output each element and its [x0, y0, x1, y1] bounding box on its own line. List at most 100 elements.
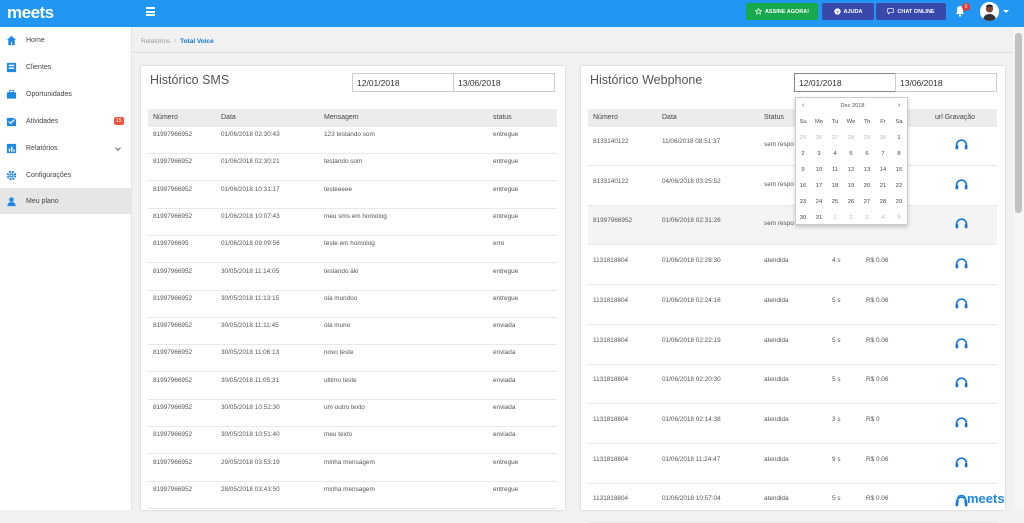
calendar-day[interactable]: 28 — [875, 199, 891, 205]
sms-col-numero[interactable]: Número — [153, 114, 178, 121]
table-cell: 81997966952 — [153, 376, 193, 384]
calendar-day[interactable]: 29 — [859, 135, 875, 141]
webphone-col-status[interactable]: Status — [764, 114, 784, 121]
page-scrollbar[interactable] — [1013, 27, 1024, 510]
notification-badge: 0 — [962, 3, 970, 11]
calendar-day[interactable]: 11 — [827, 167, 843, 173]
calendar-day[interactable]: 26 — [843, 199, 859, 205]
sidebar-item-relatorios[interactable]: Relatórios — [0, 135, 132, 161]
sms-col-data[interactable]: Data — [221, 114, 236, 121]
calendar-day[interactable]: 17 — [811, 183, 827, 189]
scrollbar-thumb[interactable] — [1015, 33, 1022, 213]
calendar-day[interactable]: 13 — [859, 167, 875, 173]
calendar-day[interactable]: 3 — [859, 215, 875, 221]
avatar[interactable] — [980, 2, 999, 21]
calendar-day[interactable]: 26 — [811, 135, 827, 141]
calendar-day[interactable]: 1 — [891, 135, 907, 141]
sms-col-status[interactable]: status — [493, 114, 512, 121]
sidebar-item-home[interactable]: Home — [0, 27, 132, 53]
sms-date-from-input[interactable]: 12/01/2018 — [352, 73, 454, 92]
calendar-weekday: Th — [863, 119, 871, 125]
calendar-day[interactable]: 16 — [795, 183, 811, 189]
calendar-day[interactable]: 25 — [827, 199, 843, 205]
calendar-day[interactable]: 24 — [811, 199, 827, 205]
calendar-day[interactable]: 25 — [795, 135, 811, 141]
calendar-day[interactable]: 1 — [827, 215, 843, 221]
help-button[interactable]: ? AJUDA — [822, 3, 874, 20]
menu-toggle-icon[interactable] — [146, 7, 155, 16]
calendar-day[interactable]: 6 — [859, 151, 875, 157]
sidebar-item-clientes[interactable]: Clientes — [0, 54, 132, 80]
breadcrumb-parent[interactable]: Relatórios — [141, 38, 170, 45]
headset-icon[interactable] — [955, 337, 968, 349]
calendar-day[interactable]: 28 — [843, 135, 859, 141]
next-month-button[interactable]: › — [898, 102, 900, 109]
calendar-day[interactable]: 27 — [859, 199, 875, 205]
headset-icon[interactable] — [955, 139, 968, 150]
sidebar-item-label: Atividades — [26, 117, 59, 125]
app-logo[interactable]: meets — [7, 3, 54, 23]
sms-date-to-input[interactable]: 13/06/2018 — [453, 73, 555, 92]
sidebar-item-oportunidades[interactable]: Oportunidades — [0, 81, 132, 107]
calendar-day[interactable]: 9 — [795, 167, 811, 173]
headset-icon[interactable] — [955, 258, 968, 269]
calendar-day[interactable]: 5 — [891, 215, 907, 221]
calendar-day[interactable]: 31 — [811, 215, 827, 221]
calendar-day[interactable]: 10 — [811, 167, 827, 173]
calendar-day[interactable]: 2 — [795, 151, 811, 157]
calendar-day[interactable]: 20 — [859, 183, 875, 189]
table-cell: sem respo — [764, 180, 794, 188]
webphone-col-numero[interactable]: Número — [593, 114, 618, 121]
calendar-day[interactable]: 15 — [891, 167, 907, 173]
sms-col-mensagem[interactable]: Mensagem — [324, 114, 359, 121]
calendar-day[interactable]: 4 — [875, 215, 891, 221]
calendar-month-label[interactable]: Dec 2018 — [796, 103, 909, 109]
table-cell: 1131818804 — [593, 336, 629, 344]
headset-icon[interactable] — [955, 218, 968, 229]
calendar-day[interactable]: 29 — [891, 199, 907, 205]
assine-agora-button[interactable]: ASSINE AGORA! — [746, 3, 818, 20]
headset-icon[interactable] — [955, 377, 968, 388]
calendar-day[interactable]: 30 — [795, 215, 811, 221]
calendar-day[interactable]: 12 — [843, 167, 859, 173]
calendar-day[interactable]: 27 — [827, 135, 843, 141]
headset-icon[interactable] — [955, 417, 968, 428]
calendar-day[interactable]: 2 — [843, 215, 859, 221]
table-cell: 04/06/2018 03:25:52 — [662, 177, 721, 185]
sidebar-item-configuracoes[interactable]: Configurações — [0, 162, 132, 188]
table-cell: R$ 0 — [866, 415, 880, 423]
table-cell: R$ 0.06 — [866, 376, 889, 384]
table-cell: 5 s — [832, 296, 841, 304]
calendar-day[interactable]: 4 — [827, 151, 843, 157]
table-cell: 01/06/2018 02:31:26 — [662, 217, 721, 225]
webphone-col-gravacao[interactable]: url Gravação — [935, 114, 975, 121]
calendar-day[interactable]: 21 — [875, 183, 891, 189]
webphone-date-to-input[interactable]: 13/06/2018 — [895, 73, 997, 92]
table-cell: sem respo — [764, 220, 794, 228]
calendar-day[interactable]: 19 — [843, 183, 859, 189]
table-cell: 81997966952 — [153, 349, 193, 357]
sidebar-item-atividades[interactable]: Atividades 15 — [0, 108, 132, 134]
avatar-dropdown-icon[interactable] — [1003, 10, 1009, 13]
calendar-day[interactable]: 18 — [827, 183, 843, 189]
table-cell: entregue — [493, 458, 519, 466]
webphone-col-data[interactable]: Data — [662, 114, 677, 121]
headset-icon[interactable] — [955, 298, 968, 309]
headset-icon[interactable] — [955, 457, 968, 468]
table-row: 81997966952 30/05/2018 10:52:30 um outro t… — [148, 400, 557, 427]
calendar-day[interactable]: 30 — [875, 135, 891, 141]
calendar-day[interactable]: 7 — [875, 151, 891, 157]
calendar-day[interactable]: 5 — [843, 151, 859, 157]
sidebar-item-meu-plano[interactable]: Meu plano — [0, 188, 132, 214]
table-cell: 30/05/2018 11:13:15 — [221, 294, 280, 302]
headset-icon[interactable] — [955, 179, 968, 190]
calendar-day[interactable]: 14 — [875, 167, 891, 173]
chat-online-button[interactable]: CHAT ONLINE — [876, 3, 946, 20]
table-cell: atendida — [764, 257, 789, 265]
table-row: 8133140122 04/06/2018 03:25:52 sem respo — [588, 167, 997, 206]
webphone-date-from-input[interactable]: 12/01/2018 — [794, 73, 896, 92]
calendar-day[interactable]: 22 — [891, 183, 907, 189]
calendar-day[interactable]: 3 — [811, 151, 827, 157]
calendar-day[interactable]: 23 — [795, 199, 811, 205]
calendar-day[interactable]: 8 — [891, 151, 907, 157]
